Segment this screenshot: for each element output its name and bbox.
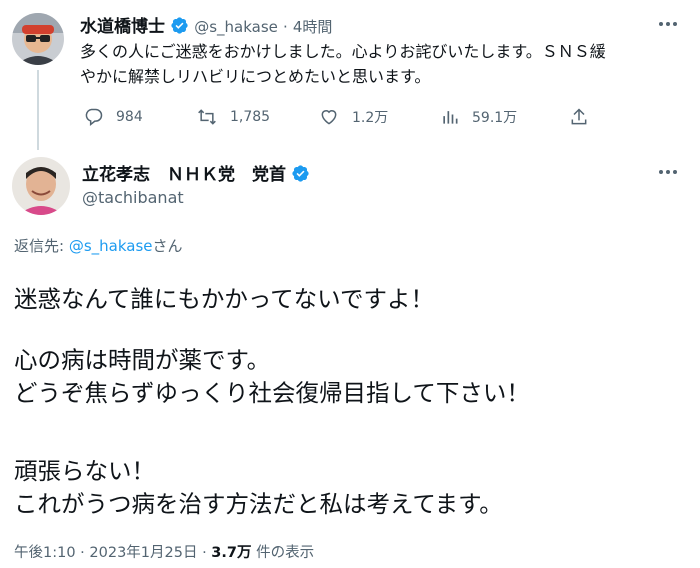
- tweet1-author-name[interactable]: 水道橋博士: [80, 17, 165, 37]
- reply-button[interactable]: 984: [84, 107, 143, 127]
- tweet2-header: 立花孝志 ＮＨＫ党 党首: [82, 160, 310, 187]
- more-options-icon[interactable]: [656, 14, 680, 34]
- retweet-count: 1,785: [230, 109, 271, 125]
- tweet1-time[interactable]: 4時間: [293, 18, 333, 36]
- retweet-icon: [198, 109, 216, 125]
- tweet1-handle[interactable]: @s_hakase: [194, 18, 278, 36]
- tweet2-paragraph-3: 頑張らない！ これがうつ病を治す方法だと私は考えてます。: [14, 457, 503, 518]
- tweet2-handle[interactable]: @tachibanat: [82, 188, 184, 207]
- tweet2-date[interactable]: 2023年1月25日: [89, 545, 197, 561]
- heart-icon: [321, 110, 337, 125]
- tweet2-author-name[interactable]: 立花孝志 ＮＨＫ党 党首: [82, 165, 286, 185]
- views-button[interactable]: 59.1万: [440, 107, 517, 127]
- tweet2-time[interactable]: 午後1:10: [14, 545, 76, 561]
- tweet1-text-line1: 多くの人にご迷惑をおかけしました。心よりお詫びいたします。ＳＮＳ緩: [80, 42, 606, 61]
- avatar-tachibana[interactable]: [12, 157, 70, 215]
- tweet1-text-line2: やかに解禁しリハビリにつとめたいと思います。: [80, 67, 431, 86]
- reply-context: 返信先: @s_hakaseさん: [14, 235, 183, 256]
- share-icon: [571, 108, 587, 125]
- tweet2-paragraph-2: 心の病は時間が薬です。 どうぞ焦らずゆっくり社会復帰目指して下さい！: [14, 346, 530, 407]
- like-button[interactable]: 1.2万: [318, 107, 388, 127]
- like-count: 1.2万: [352, 110, 389, 126]
- avatar-tachibana-image: [12, 157, 70, 215]
- thread-connector-line: [37, 70, 39, 150]
- avatar-hakase[interactable]: [12, 13, 64, 65]
- tweet1-text: 多くの人にご迷惑をおかけしました。心よりお詫びいたします。ＳＮＳ緩 やかに解禁し…: [80, 39, 690, 89]
- retweet-button[interactable]: 1,785: [196, 107, 270, 127]
- reply-count: 984: [116, 109, 143, 125]
- avatar-hakase-image: [12, 13, 64, 65]
- tweet2-paragraph-1: 迷惑なんて誰にもかかってないですよ！: [14, 285, 434, 313]
- tweet1-header: 水道橋博士 @s_hakase · 4時間: [80, 12, 333, 39]
- tweet2-views-count: 3.7万: [211, 545, 252, 561]
- reply-context-handle[interactable]: @s_hakase: [69, 237, 153, 255]
- tweet1-separator: ·: [282, 18, 288, 36]
- more-options-icon[interactable]: [656, 162, 680, 182]
- tweet2-views-label: 件の表示: [251, 545, 315, 561]
- views-count: 59.1万: [472, 110, 518, 126]
- tweet2-meta: 午後1:10 · 2023年1月25日 · 3.7万 件の表示: [14, 541, 314, 562]
- verified-badge-icon: [291, 164, 310, 187]
- reply-context-suffix: さん: [152, 237, 183, 255]
- views-icon: [443, 111, 458, 124]
- reply-context-prefix: 返信先:: [14, 237, 69, 255]
- verified-badge-icon: [170, 16, 189, 39]
- tweet2-meta-separator: ·: [197, 545, 212, 561]
- share-button[interactable]: [568, 107, 590, 127]
- reply-icon: [85, 108, 103, 127]
- tweet2-meta-separator: ·: [75, 545, 90, 561]
